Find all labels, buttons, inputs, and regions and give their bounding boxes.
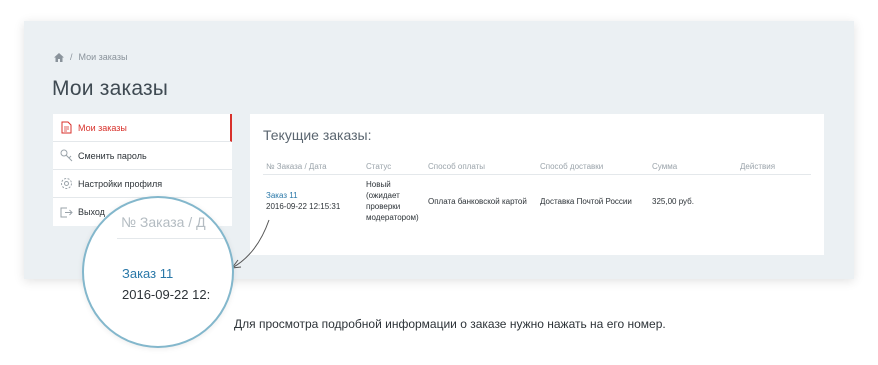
sidebar-item-label: Мои заказы	[78, 122, 127, 133]
breadcrumb-current: Мои заказы	[78, 52, 128, 62]
zoom-column-header: № Заказа / Д	[121, 214, 206, 230]
sidebar-item-label: Сменить пароль	[78, 150, 147, 161]
zoom-order-link[interactable]: Заказ 11	[122, 266, 173, 281]
delivery-cell: Доставка Почтой России	[540, 196, 632, 206]
breadcrumb-separator: /	[70, 52, 73, 62]
sidebar-item-profile-settings[interactable]: Настройки профиля	[53, 170, 232, 198]
table-row: Заказ 11 2016-09-22 12:15:31 Новый (ожид…	[263, 175, 811, 223]
home-icon[interactable]	[54, 52, 64, 62]
orders-table: № Заказа / Дата Статус Способ оплаты Спо…	[263, 159, 811, 223]
orders-section: Текущие заказы: № Заказа / Дата Статус С…	[250, 114, 824, 255]
sidebar-item-change-password[interactable]: Сменить пароль	[53, 142, 232, 170]
instruction-caption: Для просмотра подробной информации о зак…	[234, 317, 666, 331]
order-cell: Заказ 11 2016-09-22 12:15:31	[263, 179, 363, 223]
column-header: Статус	[366, 162, 392, 171]
breadcrumb: / Мои заказы	[54, 52, 127, 62]
key-icon	[59, 149, 73, 163]
order-number-link[interactable]: Заказ 11	[266, 191, 363, 200]
zoom-order-date: 2016-09-22 12:	[122, 287, 211, 302]
table-header: № Заказа / Дата Статус Способ оплаты Спо…	[263, 159, 811, 175]
status-cell: Новый (ожидает проверки модератором)	[363, 179, 425, 223]
amount-cell: 325,00 руб.	[652, 196, 694, 206]
gear-icon	[59, 177, 73, 191]
logout-icon	[59, 205, 73, 219]
status-line: (ожидает	[366, 191, 400, 200]
column-header: Сумма	[652, 162, 678, 171]
sidebar-item-label: Выход	[78, 207, 105, 217]
document-icon	[59, 121, 73, 135]
actions-cell	[737, 179, 811, 223]
page-title: Мои заказы	[52, 77, 169, 100]
screenshot-stage: / Мои заказы Мои заказы Мои заказы Смени…	[0, 0, 878, 365]
sidebar-item-label: Настройки профиля	[78, 178, 163, 189]
column-header: Способ доставки	[540, 162, 604, 171]
column-header: Действия	[740, 162, 776, 171]
order-date: 2016-09-22 12:15:31	[266, 202, 341, 211]
column-header: № Заказа / Дата	[266, 162, 327, 171]
sidebar-item-my-orders[interactable]: Мои заказы	[53, 114, 232, 142]
payment-cell: Оплата банковской картой	[428, 196, 527, 206]
status-line: Новый	[366, 180, 391, 189]
status-line: модератором)	[366, 213, 419, 222]
column-header: Способ оплаты	[428, 162, 486, 171]
zoom-magnifier: № Заказа / Д Заказ 11 2016-09-22 12:	[82, 196, 234, 348]
orders-title: Текущие заказы:	[263, 127, 372, 143]
zoom-divider	[117, 238, 232, 239]
status-line: проверки	[366, 202, 401, 211]
